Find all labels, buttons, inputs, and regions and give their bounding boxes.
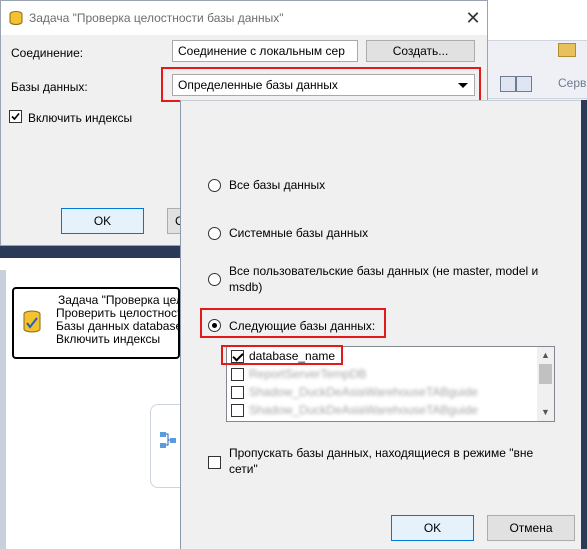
database-checkbox[interactable]: [231, 404, 244, 417]
include-indexes-checkbox[interactable]: [9, 110, 22, 123]
radio-all-databases[interactable]: [208, 179, 221, 192]
database-name: ReportServerTempDB: [249, 367, 367, 381]
list-item[interactable]: Shadow_DuckDeAsiaWarehouseTABguide: [227, 401, 537, 419]
workflow-icon: [160, 432, 176, 448]
toolbar-properties-icon[interactable]: [516, 76, 532, 92]
database-checkbox[interactable]: [231, 386, 244, 399]
list-item[interactable]: Shadow_DuckDeAsiaWarehouseTABguide: [227, 383, 537, 401]
database-name: Shadow_DuckDeAsiaWarehouseTABguide: [249, 403, 478, 417]
task-detail-indexes: Включить индексы: [56, 332, 161, 346]
databases-label: Базы данных:: [11, 80, 88, 94]
radio-user-databases[interactable]: [208, 273, 221, 286]
database-name: Shadow_DuckDeAsiaWarehouseTABguide: [249, 385, 478, 399]
dialog-title: Задача "Проверка целостности базы данных…: [29, 11, 284, 25]
task-box-title: Задача "Проверка целос: [58, 293, 178, 307]
checkmark-icon: [11, 112, 20, 121]
maintenance-task-box[interactable]: Задача "Проверка целос Проверить целостн…: [12, 287, 180, 359]
databases-select-highlight: [161, 67, 481, 102]
task-box-details: Проверить целостность б Базы данных data…: [56, 307, 178, 346]
designer-left-stripe: [0, 270, 6, 549]
include-indexes-label[interactable]: Включить индексы: [28, 111, 132, 125]
list-item[interactable]: ReportServerTempDB: [227, 365, 537, 383]
scroll-down-icon[interactable]: ▼: [537, 405, 554, 419]
radio-all-databases-label[interactable]: Все базы данных: [229, 177, 325, 193]
scroll-up-icon[interactable]: ▲: [537, 348, 554, 362]
database-checkbox[interactable]: [231, 368, 244, 381]
skip-offline-label[interactable]: Пропускать базы данных, находящиеся в ре…: [229, 445, 549, 477]
radio-system-databases[interactable]: [208, 227, 221, 240]
cancel-button[interactable]: Отмена: [487, 515, 575, 541]
ok-button[interactable]: OK: [391, 515, 474, 541]
close-icon[interactable]: ✕: [461, 6, 485, 30]
radio-user-databases-label[interactable]: Все пользовательские базы данных (не mas…: [229, 263, 549, 295]
database-check-icon: [23, 310, 41, 333]
ok-button-back[interactable]: OK: [61, 208, 144, 234]
folder-icon[interactable]: [558, 43, 576, 57]
radio-system-databases-label[interactable]: Системные базы данных: [229, 225, 368, 241]
these-databases-highlight: [200, 308, 386, 338]
create-connection-button[interactable]: Создать...: [366, 40, 475, 62]
toolbar-server-label[interactable]: Серв: [558, 76, 586, 90]
connection-select[interactable]: Соединение с локальным сер: [172, 40, 358, 62]
toolbar-list-icon[interactable]: [500, 76, 516, 92]
designer-header-area: [488, 0, 587, 41]
database-name-highlight: [221, 345, 343, 365]
scrollbar-thumb[interactable]: [539, 364, 552, 384]
connection-label: Соединение:: [11, 46, 84, 60]
skip-offline-checkbox[interactable]: [208, 456, 221, 469]
task-dialog-icon: [9, 11, 23, 25]
